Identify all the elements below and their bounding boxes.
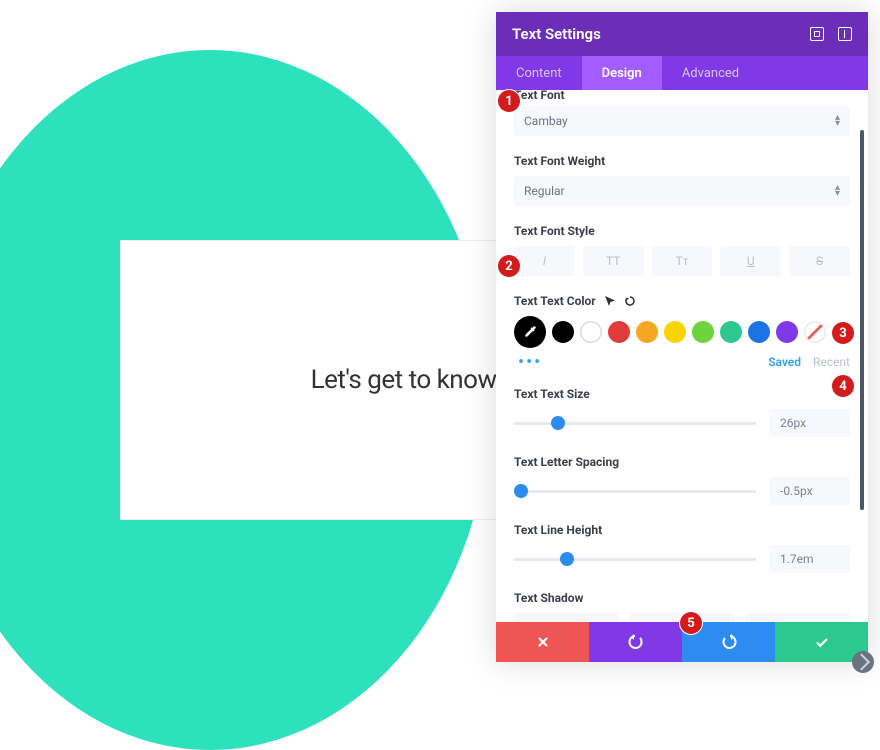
weight-select-value: Regular [524, 184, 565, 198]
label-text-font-truncated: Text Font [514, 90, 850, 102]
annotation-badge-2: 2 [498, 255, 520, 277]
panel-body: Text Font Cambay ▴▾ Text Font Weight Reg… [496, 90, 868, 622]
line-slider[interactable] [514, 558, 756, 561]
annotation-badge-1: 1 [498, 90, 520, 112]
eyedropper-icon [522, 324, 538, 340]
shadow-none[interactable] [514, 613, 619, 622]
page-canvas: Let's get to know ea Text Settings Conte… [0, 0, 880, 679]
check-icon [814, 634, 830, 650]
color-tabs: Saved Recent [514, 355, 850, 369]
size-value[interactable]: 26px [770, 409, 850, 437]
label-letter-spacing: Text Letter Spacing [514, 455, 850, 469]
select-arrows-icon: ▴▾ [835, 185, 840, 197]
annotation-badge-4: 4 [832, 375, 854, 397]
dock-icon[interactable] [838, 27, 852, 41]
swatch-blue[interactable] [748, 321, 770, 343]
style-uppercase[interactable]: TT [583, 246, 644, 276]
label-font-weight: Text Font Weight [514, 154, 850, 168]
label-text-color: Text Text Color [514, 294, 850, 308]
undo-icon [628, 634, 644, 650]
color-tab-recent[interactable]: Recent [813, 355, 850, 369]
undo-button[interactable] [589, 622, 682, 662]
size-slider[interactable] [514, 422, 756, 425]
swatch-white[interactable] [580, 321, 602, 343]
label-line-height: Text Line Height [514, 523, 850, 537]
swatch-green[interactable] [692, 321, 714, 343]
close-icon [536, 635, 550, 649]
font-select[interactable]: Cambay ▴▾ [514, 106, 850, 136]
swatch-yellow[interactable] [664, 321, 686, 343]
color-swatch-row [514, 316, 850, 348]
resize-handle[interactable] [852, 651, 874, 673]
panel-header: Text Settings [496, 12, 868, 56]
swatch-none[interactable] [804, 321, 826, 343]
select-arrows-icon: ▴▾ [835, 115, 840, 127]
letter-slider[interactable] [514, 490, 756, 493]
swatch-purple[interactable] [776, 321, 798, 343]
swatch-black[interactable] [552, 321, 574, 343]
label-font-style: Text Font Style [514, 224, 850, 238]
label-text-shadow: Text Shadow [514, 591, 850, 605]
swatch-red[interactable] [608, 321, 630, 343]
letter-value[interactable]: -0.5px [770, 477, 850, 505]
annotation-badge-3: 3 [832, 322, 854, 344]
panel-tabs: Content Design Advanced [496, 56, 868, 90]
settings-panel: Text Settings Content Design Advanced Te… [496, 12, 868, 662]
tab-design[interactable]: Design [582, 56, 662, 90]
font-style-row: I TT Tᴛ U S [514, 246, 850, 276]
tab-content[interactable]: Content [496, 56, 582, 90]
tab-advanced[interactable]: Advanced [662, 56, 759, 90]
color-tab-saved[interactable]: Saved [768, 355, 801, 369]
cursor-icon [604, 295, 616, 307]
style-smallcaps[interactable]: Tᴛ [652, 246, 713, 276]
expand-icon[interactable] [810, 27, 824, 41]
swatch-orange[interactable] [636, 321, 658, 343]
annotation-badge-5: 5 [680, 612, 702, 634]
font-select-value: Cambay [524, 114, 568, 128]
line-value[interactable]: 1.7em [770, 545, 850, 573]
scrollbar[interactable] [860, 130, 864, 510]
cancel-button[interactable] [496, 622, 589, 662]
panel-title: Text Settings [512, 25, 601, 43]
weight-select[interactable]: Regular ▴▾ [514, 176, 850, 206]
color-picker-button[interactable] [514, 316, 546, 348]
shadow-opt-2[interactable]: aAaA [745, 613, 850, 622]
style-italic[interactable]: I [514, 246, 575, 276]
swatch-teal[interactable] [720, 321, 742, 343]
style-underline[interactable]: U [720, 246, 781, 276]
reset-icon[interactable] [624, 295, 636, 307]
redo-icon [721, 634, 737, 650]
style-strike[interactable]: S [789, 246, 850, 276]
label-text-size: Text Text Size [514, 387, 850, 401]
